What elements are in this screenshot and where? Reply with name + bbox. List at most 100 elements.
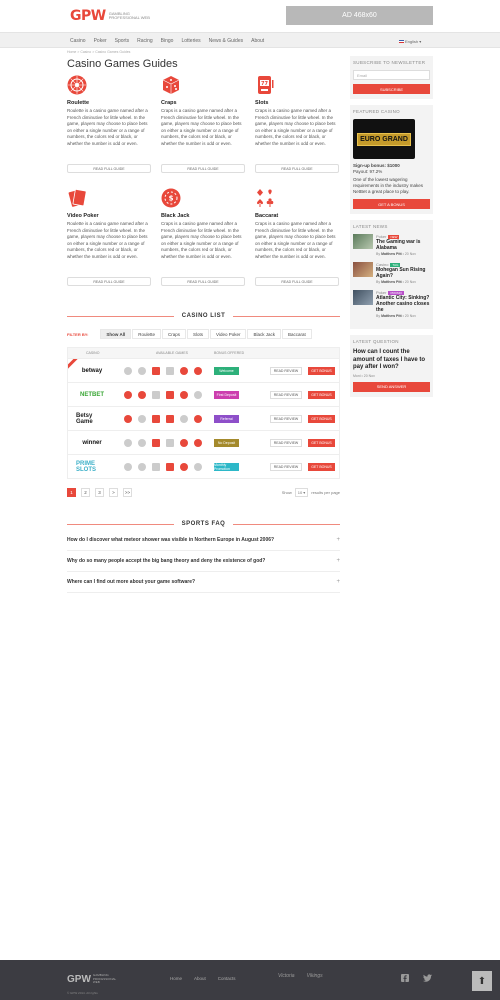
read-full-guide-button[interactable]: Read full guide xyxy=(67,164,151,173)
twitter-icon[interactable] xyxy=(422,973,432,983)
available-games xyxy=(124,414,208,423)
available-games xyxy=(124,390,208,399)
get-bonus-button[interactable]: Get bonus xyxy=(308,366,335,375)
news-headline[interactable]: The Gaming war is Alabama xyxy=(376,239,430,251)
filter-slots[interactable]: Slots xyxy=(187,329,210,339)
read-full-guide-button[interactable]: Read full guide xyxy=(161,164,245,173)
email-input[interactable]: Email xyxy=(353,70,430,80)
news-body: Poker NEW The Gaming war is Alabama By Matt… xyxy=(376,234,430,256)
filter-roulette[interactable]: Roulette xyxy=(132,329,162,339)
page-link[interactable]: >> xyxy=(123,487,132,497)
faq-item[interactable]: Why do so many people accept the big ban… xyxy=(67,551,340,572)
subscribe-button[interactable]: Subscribe xyxy=(353,84,430,94)
language-label: English xyxy=(405,38,419,44)
roulette-icon xyxy=(124,390,132,399)
filter-video-poker[interactable]: Video Poker xyxy=(210,329,247,339)
suits-icon xyxy=(194,366,202,375)
game-description: Craps is a casino game named after a Fre… xyxy=(255,221,336,259)
per-page-value: 10 xyxy=(297,489,303,495)
footer-link-home[interactable]: Home xyxy=(170,976,182,981)
read-review-button[interactable]: Read review xyxy=(270,414,302,423)
read-full-guide-button[interactable]: Read full guide xyxy=(255,164,339,173)
news-item[interactable]: Poker NEW The Gaming war is Alabama By Matt… xyxy=(353,234,430,256)
partner-logo-vikings[interactable]: Vikings xyxy=(307,973,323,979)
site-header: GPW Gambling Professional Web AD 468x60 xyxy=(0,0,500,32)
get-a-bonus-button[interactable]: Get a bonus xyxy=(353,199,430,209)
nav-item-sports[interactable]: Sports xyxy=(115,38,129,44)
get-bonus-button[interactable]: Get bonus xyxy=(308,438,335,447)
plus-icon: + xyxy=(336,537,340,543)
footer-link-about[interactable]: About xyxy=(194,976,206,981)
site-logo[interactable]: GPW Gambling Professional Web xyxy=(70,8,151,24)
game-title[interactable]: Video Poker xyxy=(67,213,151,219)
site-footer: GPW Gambling Professional Web © GPW 2014… xyxy=(0,960,500,1000)
breadcrumb[interactable]: Home > Casino > Casino Games Guides xyxy=(67,50,340,54)
filter-show-all[interactable]: Show All xyxy=(100,329,132,339)
footer-logo-mark: GPW xyxy=(67,974,91,985)
casino-logo[interactable]: Betsy Game xyxy=(76,413,108,425)
newsletter-title: Subscribe to newsletter xyxy=(353,60,426,65)
language-select[interactable]: English ▾ xyxy=(399,33,421,49)
chip-icon xyxy=(180,390,188,399)
nav-item-poker[interactable]: Poker xyxy=(94,38,107,44)
suits-icon xyxy=(194,462,202,471)
faq-item[interactable]: Where can I find out more about your gam… xyxy=(67,572,340,593)
game-title[interactable]: Slots xyxy=(255,100,339,106)
send-answer-button[interactable]: Send answer xyxy=(353,381,430,392)
game-title[interactable]: Baccarat xyxy=(255,213,339,219)
game-title[interactable]: Roulette xyxy=(67,100,151,106)
question-widget: Latest question How can I count the amou… xyxy=(350,335,433,397)
question-text[interactable]: How can I count the amount of taxes I ha… xyxy=(353,349,430,372)
read-full-guide-button[interactable]: Read full guide xyxy=(161,277,245,286)
news-headline[interactable]: Mohegan Sun Rising Again? xyxy=(376,267,430,279)
get-bonus-button[interactable]: Get bonus xyxy=(308,414,335,423)
filter-black-jack[interactable]: Black Jack xyxy=(247,329,281,339)
get-bonus-button[interactable]: Get bonus xyxy=(308,462,335,471)
per-page-select[interactable]: 10 ▾ xyxy=(294,487,309,497)
featured-title: Featured casino xyxy=(353,109,400,114)
nav-item-lotteries[interactable]: Lotteries xyxy=(181,38,200,44)
svg-text:$: $ xyxy=(169,195,174,203)
read-review-button[interactable]: Read review xyxy=(270,390,302,399)
partner-logo-victoria[interactable]: Victoria xyxy=(278,973,295,979)
news-item[interactable]: Poker PROMO Atlantic City: Sinking? Anothe… xyxy=(353,290,430,318)
filter-craps[interactable]: Craps xyxy=(162,329,187,339)
page-link[interactable]: > xyxy=(109,487,118,497)
bonus-badge: Monthly Promotion xyxy=(214,462,239,471)
get-bonus-button[interactable]: Get bonus xyxy=(308,390,335,399)
footer-link-contacts[interactable]: Contacts xyxy=(218,976,236,981)
eurogrand-logo[interactable]: EURO GRAND xyxy=(353,119,415,159)
casino-logo[interactable]: PRIME SLOTS xyxy=(76,461,108,473)
scroll-top-button[interactable]: ⬆ xyxy=(472,971,492,991)
poker-chip-icon: $ xyxy=(161,188,181,208)
read-review-button[interactable]: Read review xyxy=(270,462,302,471)
nav-item-about[interactable]: About xyxy=(251,38,264,44)
faq-title: SPORTS FAQ xyxy=(181,521,226,527)
nav-item-casino[interactable]: Casino xyxy=(70,38,86,44)
ad-banner[interactable]: AD 468x60 xyxy=(286,6,433,25)
page-link[interactable]: 3 xyxy=(95,487,104,497)
read-review-button[interactable]: Read review xyxy=(270,438,302,447)
page-link[interactable]: 2 xyxy=(81,487,90,497)
game-title[interactable]: Black Jack xyxy=(161,213,245,219)
read-full-guide-button[interactable]: Read full guide xyxy=(255,277,339,286)
featured-text: One of the lowest wagering requirements … xyxy=(353,177,424,194)
nav-item-bingo[interactable]: Bingo xyxy=(161,38,174,44)
casino-logo[interactable]: NETBET xyxy=(76,389,108,401)
news-widget: Latest news Poker NEW The Gaming war is Al… xyxy=(350,220,433,329)
available-games xyxy=(124,462,208,471)
filter-baccarat[interactable]: Baccarat xyxy=(282,329,312,339)
casino-logo[interactable]: betway xyxy=(76,365,108,377)
read-review-button[interactable]: Read review xyxy=(270,366,302,375)
game-title[interactable]: Craps xyxy=(161,100,245,106)
page-link[interactable]: 1 xyxy=(67,487,76,497)
faq-item[interactable]: How do I discover what meteor shower was… xyxy=(67,530,340,551)
news-item[interactable]: Casino TAG Mohegan Sun Rising Again? By Mat… xyxy=(353,262,430,284)
news-headline[interactable]: Atlantic City: Sinking? Another casino c… xyxy=(376,295,430,313)
footer-logo[interactable]: GPW Gambling Professional Web xyxy=(67,974,123,985)
nav-item-racing[interactable]: Racing xyxy=(137,38,153,44)
read-full-guide-button[interactable]: Read full guide xyxy=(67,277,151,286)
facebook-icon[interactable] xyxy=(400,973,410,983)
nav-item-news-guides[interactable]: News & Guides xyxy=(209,38,243,44)
casino-logo[interactable]: winner xyxy=(76,437,108,449)
